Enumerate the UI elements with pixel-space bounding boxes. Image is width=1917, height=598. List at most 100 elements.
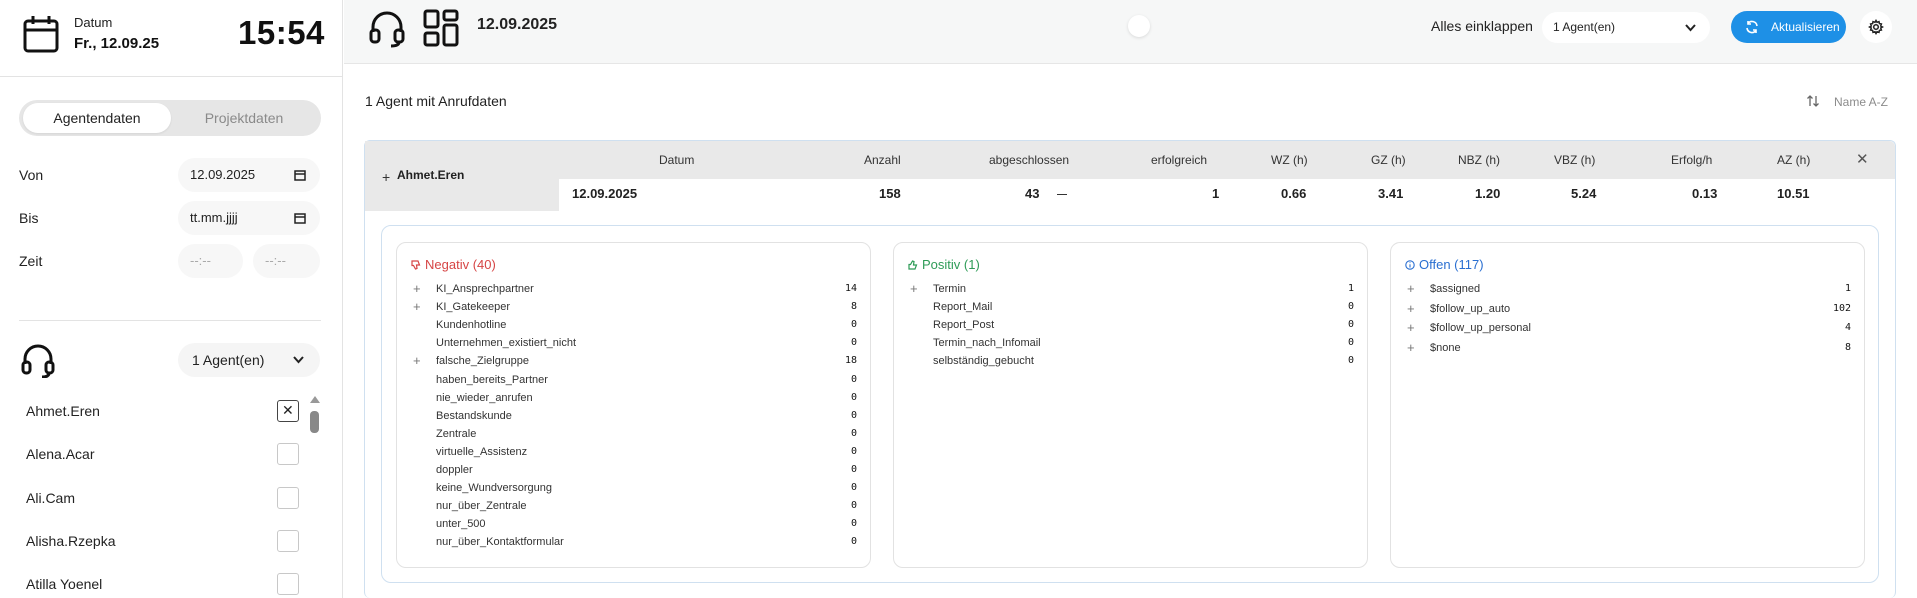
list-item-label: keine_Wundversorgung <box>436 482 552 495</box>
collapse-toggle[interactable] <box>1128 15 1150 37</box>
tab-agentendaten[interactable]: Agentendaten <box>23 103 171 133</box>
plus-icon[interactable]: + <box>1407 301 1415 316</box>
list-item-value: 1 <box>1844 283 1851 294</box>
negative-title-text: Negativ (40) <box>425 257 496 272</box>
list-item: Report_Mail 0 <box>908 301 1354 315</box>
agent-select-value: 1 Agent(en) <box>192 352 265 368</box>
list-item-label: Termin <box>933 283 967 295</box>
clock: 15:54 <box>238 14 325 51</box>
list-item-label: $follow_up_personal <box>1430 322 1531 334</box>
refresh-icon <box>1746 20 1758 34</box>
list-item[interactable]: + Termin 1 <box>908 281 1354 297</box>
column-header: Datum <box>659 153 695 167</box>
calendar-icon[interactable] <box>294 212 306 224</box>
agent-checkbox[interactable] <box>277 530 299 552</box>
sort-label[interactable]: Name A-Z <box>1834 95 1888 109</box>
dashboard-grid-icon[interactable] <box>422 8 460 48</box>
list-item-label: $follow_up_auto <box>1430 302 1511 315</box>
list-item-value: 102 <box>1832 302 1851 314</box>
calendar-icon[interactable] <box>294 169 306 181</box>
list-item-value: 0 <box>850 427 857 439</box>
table-header <box>365 141 1895 179</box>
tab-projektdaten[interactable]: Projektdaten <box>171 103 317 133</box>
list-item: selbständig_gebucht 0 <box>908 355 1354 369</box>
scroll-up-arrow[interactable] <box>310 396 320 403</box>
agent-name: Ahmet.Eren <box>26 403 100 419</box>
list-item: nie_wieder_anrufen 0 <box>411 392 857 406</box>
list-item-label: doppler <box>436 464 473 476</box>
agent-name: Alisha.Rzepka <box>26 533 116 549</box>
list-item-value: 0 <box>1347 319 1354 331</box>
positive-title: Positiv (1) <box>908 257 980 272</box>
agent-select[interactable]: 1 Agent(en) <box>178 343 320 377</box>
list-item[interactable]: + KI_Ansprechpartner 14 <box>411 281 857 297</box>
from-date-input[interactable]: 12.09.2025 <box>178 158 320 192</box>
column-header: abgeschlossen <box>989 153 1070 167</box>
column-header: VBZ (h) <box>1554 153 1596 167</box>
to-date-input[interactable]: tt.mm.jjjj <box>178 201 320 235</box>
dash-icon <box>1057 194 1067 195</box>
plus-icon[interactable]: + <box>413 299 421 314</box>
list-item-label: selbständig_gebucht <box>933 355 1034 368</box>
list-item: Zentrale 0 <box>411 428 857 442</box>
plus-icon[interactable]: + <box>1407 320 1415 335</box>
list-item[interactable]: + falsche_Zielgruppe 18 <box>411 353 857 369</box>
list-item-label: Kundenhotline <box>436 319 507 332</box>
table-cell: 3.41 <box>1378 186 1404 201</box>
headset-icon <box>21 344 55 378</box>
list-item: Bestandskunde 0 <box>411 410 857 424</box>
table-cell: 0.66 <box>1281 186 1307 201</box>
agent-expand-toggle[interactable]: + Ahmet.Eren <box>365 141 559 211</box>
agent-name: Ali.Cam <box>26 490 76 506</box>
plus-icon[interactable]: + <box>1407 340 1415 355</box>
agent-card: + Ahmet.Eren Datum Anzahl abgeschlossen … <box>364 140 1896 598</box>
agent-checkbox[interactable] <box>277 573 299 595</box>
list-item-value: 0 <box>850 482 857 494</box>
top-bar: 12.09.2025 Alles einklappen 1 Agent(en) … <box>344 0 1917 64</box>
plus-icon[interactable]: + <box>413 353 421 368</box>
list-item-value: 0 <box>850 464 857 475</box>
chevron-down-icon <box>293 356 304 364</box>
agent-checkbox[interactable] <box>277 443 299 465</box>
column-header: erfolgreich <box>1151 153 1208 167</box>
column-header: AZ (h) <box>1777 153 1811 167</box>
list-item[interactable]: + $none 8 <box>1405 340 1851 356</box>
list-item-label: nie_wieder_anrufen <box>436 391 533 404</box>
list-item[interactable]: + KI_Gatekeeper 8 <box>411 299 857 315</box>
refresh-label: Aktualisieren <box>1771 20 1840 34</box>
list-item-label: nur_über_Kontaktformular <box>436 536 564 549</box>
list-item[interactable]: + $follow_up_auto 102 <box>1405 301 1851 317</box>
list-item-value: 0 <box>1347 337 1354 349</box>
plus-icon[interactable]: + <box>413 281 421 296</box>
divider <box>19 320 321 321</box>
settings-button[interactable] <box>1860 11 1892 43</box>
thumbs-up-icon <box>908 260 918 270</box>
refresh-button[interactable]: Aktualisieren <box>1731 11 1846 43</box>
column-header: WZ (h) <box>1271 153 1308 167</box>
list-item-label: nur_über_Zentrale <box>436 500 527 513</box>
list-item[interactable]: + $follow_up_personal 4 <box>1405 320 1851 336</box>
agent-select-value: 1 Agent(en) <box>1553 20 1616 34</box>
headset-icon[interactable] <box>368 8 406 48</box>
list-item-value: 0 <box>850 409 857 421</box>
thumbs-down-icon <box>411 260 421 270</box>
plus-icon[interactable]: + <box>910 281 918 296</box>
plus-icon[interactable]: + <box>1407 281 1415 296</box>
column-header: Anzahl <box>864 153 901 167</box>
collapse-all-label[interactable]: Alles einklappen <box>1431 18 1533 34</box>
agent-select[interactable]: 1 Agent(en) <box>1542 12 1710 43</box>
sort-icon[interactable] <box>1806 94 1820 108</box>
close-icon[interactable]: ✕ <box>1856 150 1869 168</box>
scrollbar-thumb[interactable] <box>310 411 319 433</box>
list-item-value: 14 <box>844 283 857 294</box>
time-to-input[interactable]: --:-- <box>253 244 320 278</box>
list-item: keine_Wundversorgung 0 <box>411 482 857 496</box>
negative-panel: Negativ (40) + KI_Ansprechpartner 14 + KI_Ga… <box>396 242 871 568</box>
agent-checkbox[interactable] <box>277 400 299 422</box>
list-item-value: 0 <box>850 500 857 512</box>
agent-checkbox[interactable] <box>277 487 299 509</box>
list-item-value: 8 <box>850 301 857 313</box>
time-from-input[interactable]: --:-- <box>178 244 243 278</box>
list-item: virtuelle_Assistenz 0 <box>411 446 857 460</box>
list-item[interactable]: + $assigned 1 <box>1405 281 1851 297</box>
